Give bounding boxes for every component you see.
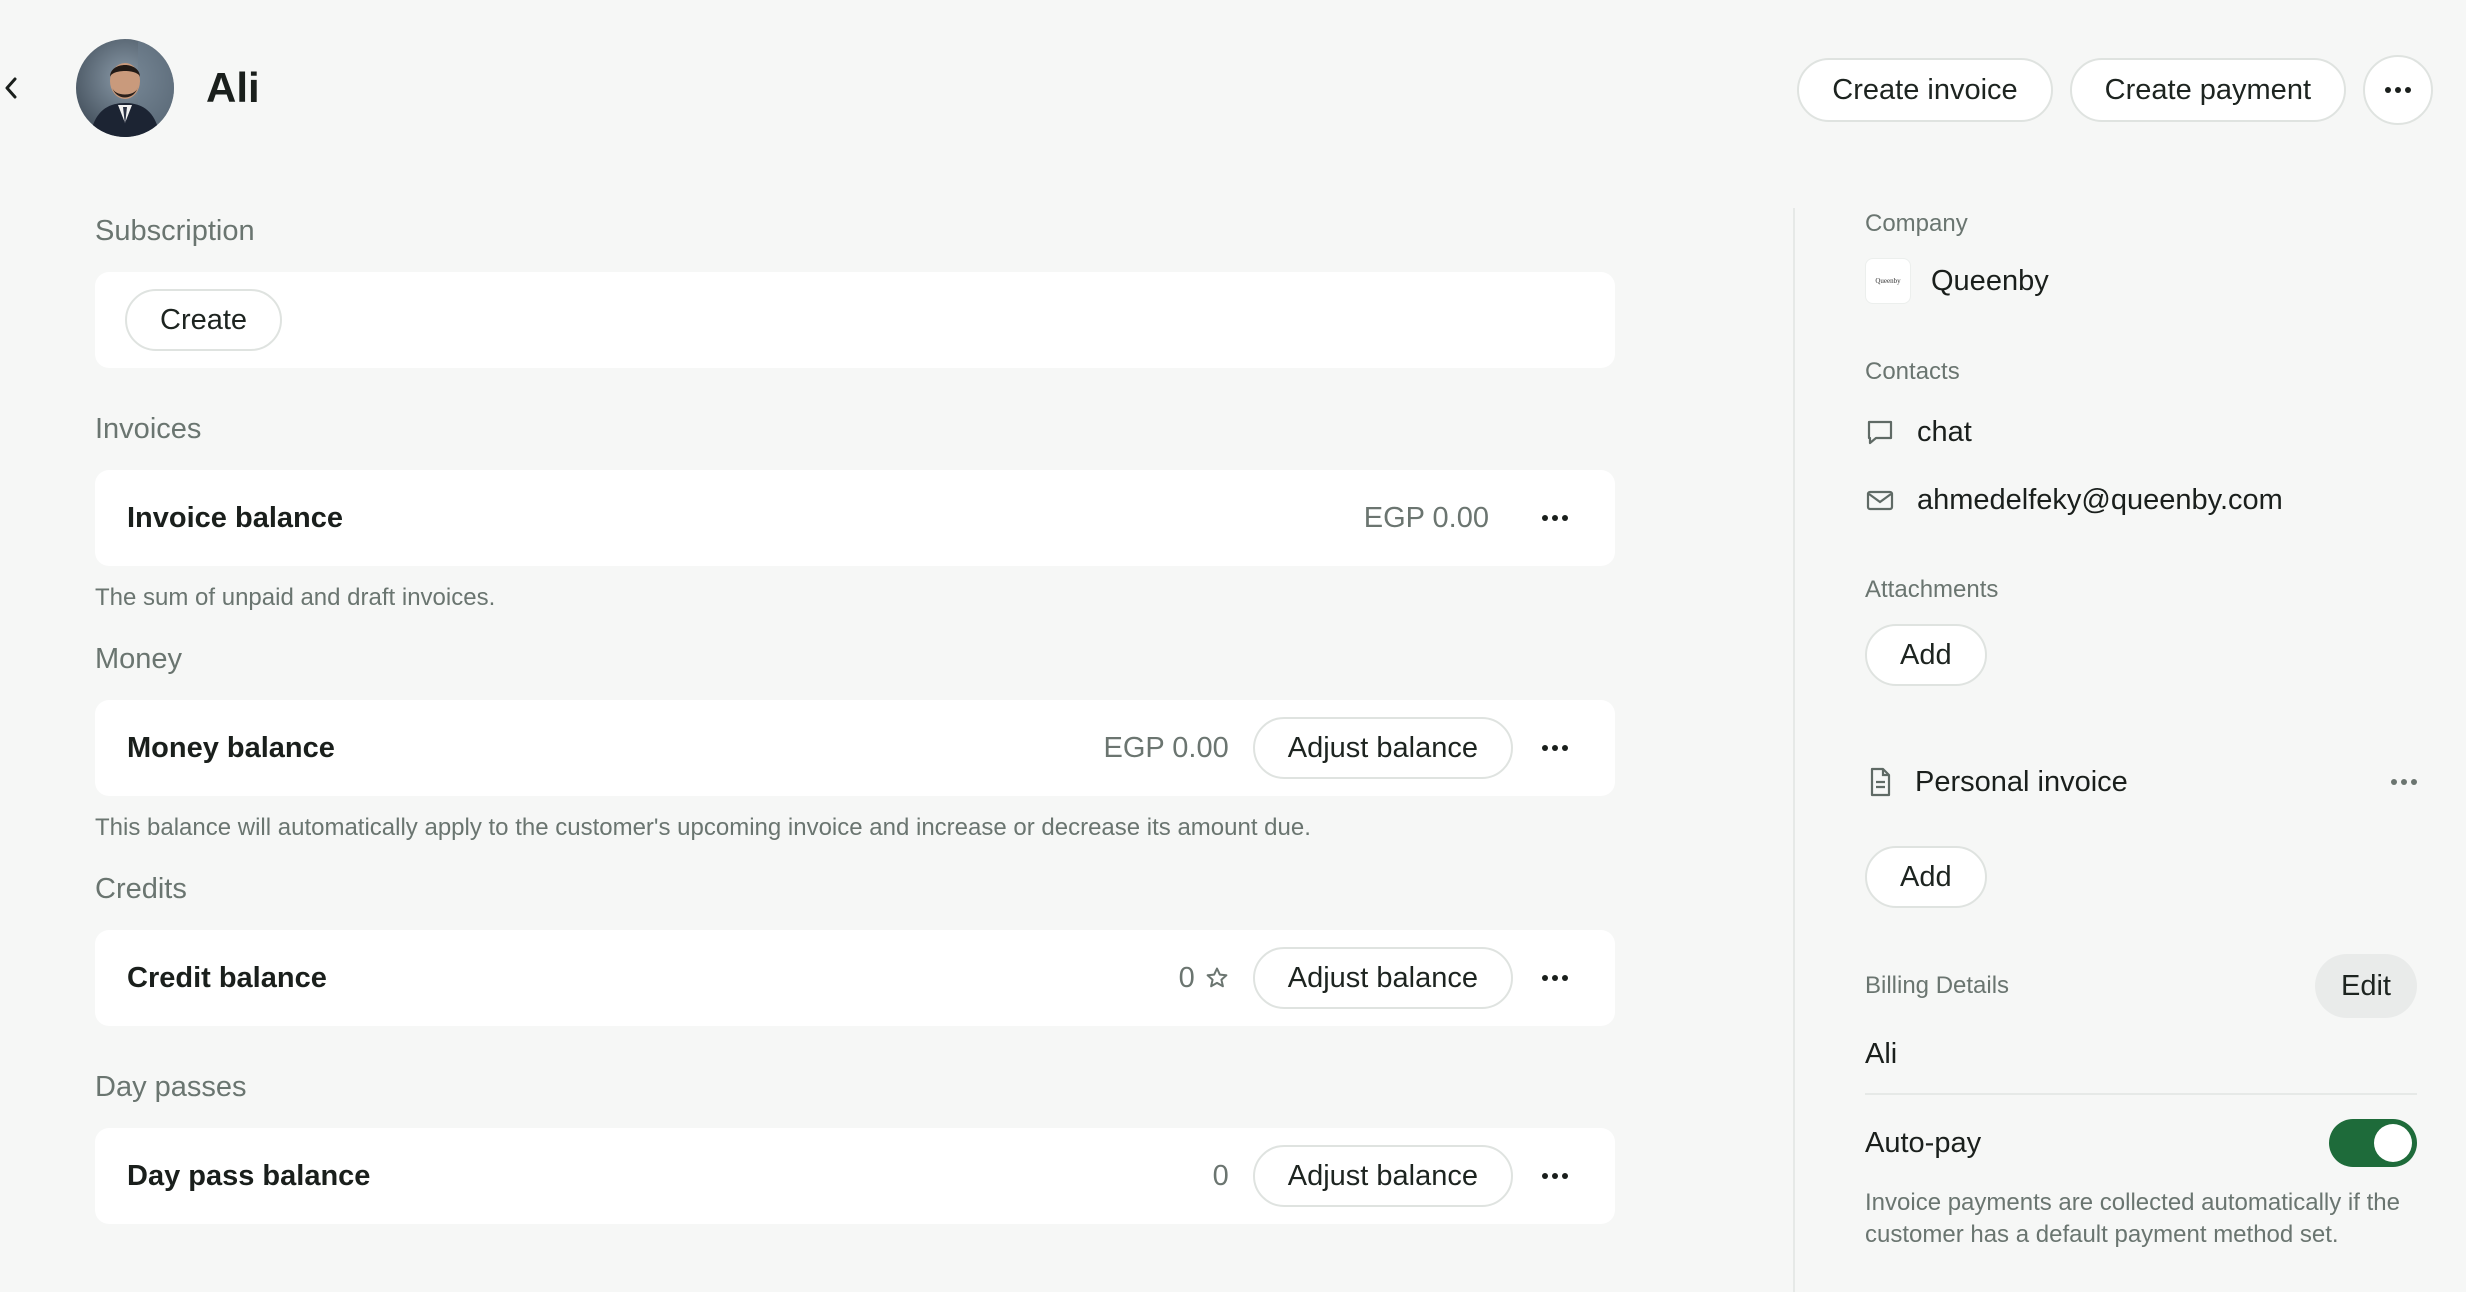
more-horizontal-icon [1542, 1173, 1568, 1179]
money-balance-card: Money balance EGP 0.00 Adjust balance [95, 700, 1615, 796]
add-attachment-button[interactable]: Add [1865, 624, 1987, 686]
back-chevron-icon[interactable] [0, 68, 22, 108]
more-horizontal-icon [1542, 745, 1568, 751]
customer-sidebar: Company Queenby Queenby Contacts chat ah… [1865, 200, 2417, 1251]
company-name: Queenby [1931, 264, 2049, 297]
document-more-button[interactable] [2377, 779, 2417, 785]
document-icon [1870, 767, 1891, 797]
money-balance-more-button[interactable] [1527, 720, 1583, 776]
invoice-balance-more-button[interactable] [1527, 490, 1583, 546]
subscription-card: Create [95, 272, 1615, 368]
invoice-balance-card: Invoice balance EGP 0.00 [95, 470, 1615, 566]
day-pass-balance-value: 0 [1212, 1159, 1229, 1192]
day-pass-balance-card: Day pass balance 0 Adjust balance [95, 1128, 1615, 1224]
star-icon [1206, 967, 1228, 988]
customer-name-heading: Ali [206, 64, 260, 111]
contact-email-value: ahmedelfeky@queenby.com [1917, 483, 2283, 516]
money-balance-help: This balance will automatically apply to… [95, 814, 1311, 841]
avatar [76, 39, 174, 137]
more-horizontal-icon [2391, 779, 2417, 785]
invoice-balance-value: EGP 0.00 [1363, 501, 1489, 534]
billing-details-header: Billing Details Edit [1865, 954, 2417, 1018]
credit-balance-value: 0 [1178, 961, 1195, 994]
contact-chat[interactable]: chat [1865, 398, 2417, 466]
create-invoice-button[interactable]: Create invoice [1797, 58, 2053, 122]
header-actions: Create invoice Create payment [1797, 55, 2433, 125]
create-payment-button[interactable]: Create payment [2069, 58, 2346, 122]
money-balance-label: Money balance [127, 731, 335, 764]
adjust-day-pass-balance-button[interactable]: Adjust balance [1252, 1145, 1513, 1207]
company-label: Company [1865, 210, 1968, 237]
autopay-label: Auto-pay [1865, 1126, 1982, 1159]
more-horizontal-icon [1542, 975, 1568, 981]
day-pass-balance-more-button[interactable] [1527, 1148, 1583, 1204]
more-options-button[interactable] [2363, 55, 2433, 125]
more-horizontal-icon [1542, 515, 1568, 521]
credit-balance-more-button[interactable] [1527, 950, 1583, 1006]
company-logo: Queenby [1865, 258, 1911, 304]
contacts-label: Contacts [1865, 358, 1960, 385]
billing-divider [1865, 1093, 2417, 1095]
create-subscription-button[interactable]: Create [125, 289, 283, 351]
autopay-row: Auto-pay [1865, 1113, 2417, 1173]
attachments-label: Attachments [1865, 576, 1999, 603]
contact-email[interactable]: ahmedelfeky@queenby.com [1865, 466, 2417, 534]
customer-detail-page: Ali Create invoice Create payment Subscr… [0, 0, 2466, 1292]
add-document-button[interactable]: Add [1865, 846, 1987, 908]
contact-chat-label: chat [1917, 415, 1972, 448]
invoice-balance-label: Invoice balance [127, 501, 343, 534]
day-passes-section-title: Day passes [95, 1070, 247, 1103]
company-row[interactable]: Queenby Queenby [1865, 258, 2417, 304]
billing-name: Ali [1865, 1038, 1898, 1070]
document-name: Personal invoice [1915, 765, 2128, 798]
money-section-title: Money [95, 642, 183, 675]
more-horizontal-icon [2385, 87, 2411, 93]
day-pass-balance-label: Day pass balance [127, 1159, 371, 1192]
money-balance-value: EGP 0.00 [1103, 731, 1229, 764]
autopay-help: Invoice payments are collected automatic… [1865, 1189, 2400, 1248]
column-divider [1793, 208, 1795, 1292]
billing-details-label: Billing Details [1865, 972, 2010, 999]
invoice-balance-help: The sum of unpaid and draft invoices. [95, 584, 496, 611]
toggle-knob [2374, 1124, 2412, 1162]
subscription-section-title: Subscription [95, 214, 255, 247]
credit-balance-value-wrap: 0 [1179, 962, 1229, 995]
adjust-money-balance-button[interactable]: Adjust balance [1252, 717, 1513, 779]
invoices-section-title: Invoices [95, 412, 202, 445]
adjust-credit-balance-button[interactable]: Adjust balance [1252, 947, 1513, 1009]
mail-icon [1866, 490, 1894, 511]
chat-icon [1867, 420, 1893, 445]
balances-column: Subscription Create Invoices Invoice bal… [95, 200, 1615, 1224]
credits-section-title: Credits [95, 872, 187, 905]
credit-balance-card: Credit balance 0 Adjust balance [95, 930, 1615, 1026]
document-row[interactable]: Personal invoice [1865, 748, 2417, 816]
autopay-toggle[interactable] [2329, 1119, 2417, 1167]
credit-balance-label: Credit balance [127, 961, 327, 994]
edit-billing-button[interactable]: Edit [2315, 954, 2417, 1018]
